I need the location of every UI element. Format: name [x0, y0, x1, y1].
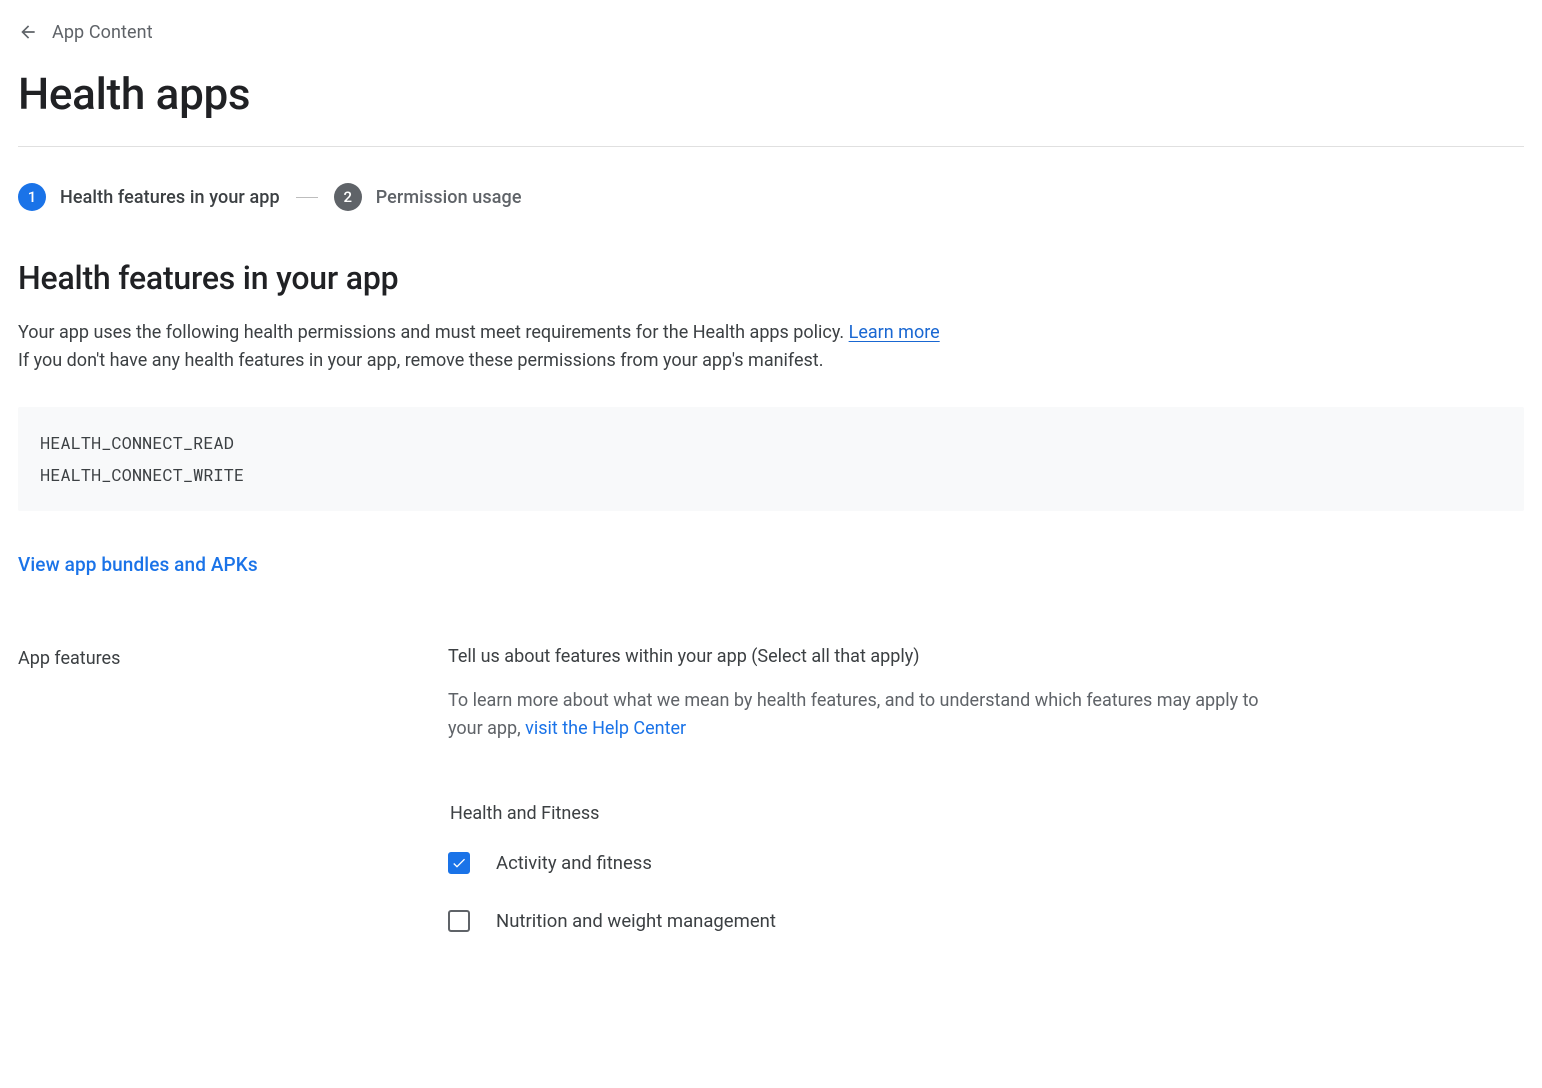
section-desc-text-2: If you don't have any health features in…: [18, 350, 823, 371]
section-description: Your app uses the following health permi…: [18, 319, 1278, 375]
divider: [18, 146, 1524, 147]
section-title: Health features in your app: [18, 259, 1524, 297]
checkbox-unchecked-icon[interactable]: [448, 910, 470, 932]
features-help: To learn more about what we mean by heal…: [448, 687, 1288, 743]
back-arrow-icon[interactable]: [18, 22, 38, 42]
help-center-link[interactable]: visit the Help Center: [525, 718, 686, 739]
step-badge-icon: 1: [18, 183, 46, 211]
step-permission-usage[interactable]: 2 Permission usage: [334, 183, 522, 211]
checkbox-checked-icon[interactable]: [448, 852, 470, 874]
step-label: Permission usage: [376, 187, 522, 208]
app-features-label: App features: [18, 646, 448, 669]
section-desc-text: Your app uses the following health permi…: [18, 322, 849, 343]
checkbox-label: Activity and fitness: [496, 852, 652, 874]
app-features-section: App features Tell us about features with…: [18, 646, 1524, 968]
breadcrumb-parent[interactable]: App Content: [52, 22, 153, 43]
step-health-features[interactable]: 1 Health features in your app: [18, 183, 280, 211]
breadcrumb: App Content: [18, 18, 1524, 46]
learn-more-link[interactable]: Learn more: [849, 322, 940, 343]
step-label: Health features in your app: [60, 187, 280, 208]
feature-group-title: Health and Fitness: [450, 803, 1504, 824]
step-connector: [296, 197, 318, 198]
step-badge-icon: 2: [334, 183, 362, 211]
features-prompt: Tell us about features within your app (…: [448, 646, 1504, 667]
checkbox-label: Nutrition and weight management: [496, 910, 776, 932]
checkbox-row[interactable]: Activity and fitness: [448, 852, 1504, 874]
checkbox-row[interactable]: Nutrition and weight management: [448, 910, 1504, 932]
permissions-code-block: HEALTH_CONNECT_READ HEALTH_CONNECT_WRITE: [18, 407, 1524, 512]
page-title: Health apps: [18, 68, 1524, 120]
view-bundles-link[interactable]: View app bundles and APKs: [18, 553, 258, 576]
stepper: 1 Health features in your app 2 Permissi…: [18, 183, 1524, 211]
